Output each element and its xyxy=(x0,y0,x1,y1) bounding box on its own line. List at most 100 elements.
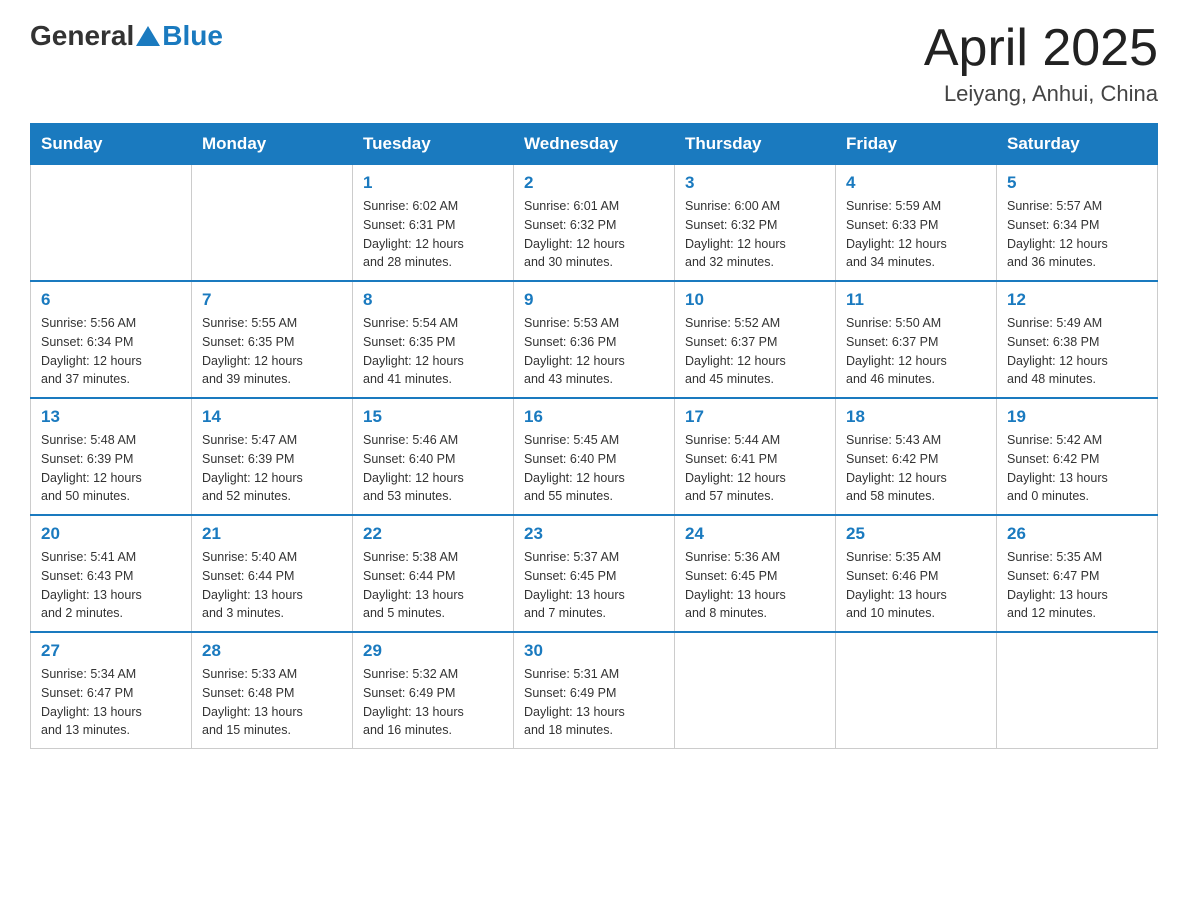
day-info: Sunrise: 5:47 AM Sunset: 6:39 PM Dayligh… xyxy=(202,431,342,506)
calendar-table: SundayMondayTuesdayWednesdayThursdayFrid… xyxy=(30,123,1158,749)
calendar-cell: 22 Sunrise: 5:38 AM Sunset: 6:44 PM Dayli… xyxy=(353,515,514,632)
weekday-header-monday: Monday xyxy=(192,124,353,165)
calendar-cell xyxy=(836,632,997,749)
day-info: Sunrise: 5:55 AM Sunset: 6:35 PM Dayligh… xyxy=(202,314,342,389)
calendar-cell: 21Sunrise: 5:40 AM Sunset: 6:44 PM Dayli… xyxy=(192,515,353,632)
day-number: 6 xyxy=(41,290,181,310)
day-info: Sunrise: 5:41 AM Sunset: 6:43 PM Dayligh… xyxy=(41,548,181,623)
day-number: 12 xyxy=(1007,290,1147,310)
weekday-header-saturday: Saturday xyxy=(997,124,1158,165)
day-info: Sunrise: 5:50 AM Sunset: 6:37 PM Dayligh… xyxy=(846,314,986,389)
day-number: 17 xyxy=(685,407,825,427)
day-number: 4 xyxy=(846,173,986,193)
weekday-header-sunday: Sunday xyxy=(31,124,192,165)
calendar-cell xyxy=(675,632,836,749)
logo-general-text: General xyxy=(30,20,134,52)
weekday-header-tuesday: Tuesday xyxy=(353,124,514,165)
calendar-cell: 8 Sunrise: 5:54 AM Sunset: 6:35 PM Daylig… xyxy=(353,281,514,398)
calendar-cell: 23Sunrise: 5:37 AM Sunset: 6:45 PM Dayli… xyxy=(514,515,675,632)
calendar-week-row: 6 Sunrise: 5:56 AM Sunset: 6:34 PM Daylig… xyxy=(31,281,1158,398)
weekday-header-friday: Friday xyxy=(836,124,997,165)
calendar-cell xyxy=(997,632,1158,749)
day-info: Sunrise: 6:02 AM Sunset: 6:31 PM Dayligh… xyxy=(363,197,503,272)
calendar-cell: 11Sunrise: 5:50 AM Sunset: 6:37 PM Dayli… xyxy=(836,281,997,398)
day-number: 9 xyxy=(524,290,664,310)
day-number: 16 xyxy=(524,407,664,427)
day-info: Sunrise: 5:35 AM Sunset: 6:47 PM Dayligh… xyxy=(1007,548,1147,623)
calendar-cell: 9 Sunrise: 5:53 AM Sunset: 6:36 PM Daylig… xyxy=(514,281,675,398)
calendar-cell: 24 Sunrise: 5:36 AM Sunset: 6:45 PM Dayli… xyxy=(675,515,836,632)
day-number: 27 xyxy=(41,641,181,661)
day-number: 2 xyxy=(524,173,664,193)
day-info: Sunrise: 6:01 AM Sunset: 6:32 PM Dayligh… xyxy=(524,197,664,272)
calendar-week-row: 27 Sunrise: 5:34 AM Sunset: 6:47 PM Dayli… xyxy=(31,632,1158,749)
day-info: Sunrise: 5:34 AM Sunset: 6:47 PM Dayligh… xyxy=(41,665,181,740)
page-header: General Blue April 2025 Leiyang, Anhui, … xyxy=(30,20,1158,107)
day-info: Sunrise: 5:36 AM Sunset: 6:45 PM Dayligh… xyxy=(685,548,825,623)
logo: General Blue xyxy=(30,20,223,52)
calendar-cell: 5Sunrise: 5:57 AM Sunset: 6:34 PM Daylig… xyxy=(997,165,1158,282)
day-number: 7 xyxy=(202,290,342,310)
day-info: Sunrise: 5:42 AM Sunset: 6:42 PM Dayligh… xyxy=(1007,431,1147,506)
day-info: Sunrise: 5:56 AM Sunset: 6:34 PM Dayligh… xyxy=(41,314,181,389)
calendar-week-row: 1Sunrise: 6:02 AM Sunset: 6:31 PM Daylig… xyxy=(31,165,1158,282)
day-number: 24 xyxy=(685,524,825,544)
day-number: 20 xyxy=(41,524,181,544)
day-info: Sunrise: 5:31 AM Sunset: 6:49 PM Dayligh… xyxy=(524,665,664,740)
calendar-cell: 29 Sunrise: 5:32 AM Sunset: 6:49 PM Dayli… xyxy=(353,632,514,749)
calendar-cell: 26Sunrise: 5:35 AM Sunset: 6:47 PM Dayli… xyxy=(997,515,1158,632)
calendar-cell: 27 Sunrise: 5:34 AM Sunset: 6:47 PM Dayli… xyxy=(31,632,192,749)
day-number: 15 xyxy=(363,407,503,427)
calendar-cell: 10 Sunrise: 5:52 AM Sunset: 6:37 PM Dayli… xyxy=(675,281,836,398)
calendar-cell: 3Sunrise: 6:00 AM Sunset: 6:32 PM Daylig… xyxy=(675,165,836,282)
day-info: Sunrise: 5:44 AM Sunset: 6:41 PM Dayligh… xyxy=(685,431,825,506)
day-info: Sunrise: 5:38 AM Sunset: 6:44 PM Dayligh… xyxy=(363,548,503,623)
calendar-header-row: SundayMondayTuesdayWednesdayThursdayFrid… xyxy=(31,124,1158,165)
day-info: Sunrise: 5:32 AM Sunset: 6:49 PM Dayligh… xyxy=(363,665,503,740)
day-number: 28 xyxy=(202,641,342,661)
day-number: 13 xyxy=(41,407,181,427)
day-number: 29 xyxy=(363,641,503,661)
day-info: Sunrise: 5:45 AM Sunset: 6:40 PM Dayligh… xyxy=(524,431,664,506)
logo-blue-text: Blue xyxy=(162,20,223,52)
calendar-cell: 15Sunrise: 5:46 AM Sunset: 6:40 PM Dayli… xyxy=(353,398,514,515)
calendar-cell: 4 Sunrise: 5:59 AM Sunset: 6:33 PM Daylig… xyxy=(836,165,997,282)
day-info: Sunrise: 5:53 AM Sunset: 6:36 PM Dayligh… xyxy=(524,314,664,389)
calendar-cell: 25Sunrise: 5:35 AM Sunset: 6:46 PM Dayli… xyxy=(836,515,997,632)
day-number: 19 xyxy=(1007,407,1147,427)
calendar-cell: 20 Sunrise: 5:41 AM Sunset: 6:43 PM Dayli… xyxy=(31,515,192,632)
calendar-cell: 1Sunrise: 6:02 AM Sunset: 6:31 PM Daylig… xyxy=(353,165,514,282)
calendar-cell: 12 Sunrise: 5:49 AM Sunset: 6:38 PM Dayli… xyxy=(997,281,1158,398)
month-year-title: April 2025 xyxy=(924,20,1158,77)
day-info: Sunrise: 5:49 AM Sunset: 6:38 PM Dayligh… xyxy=(1007,314,1147,389)
calendar-cell: 18Sunrise: 5:43 AM Sunset: 6:42 PM Dayli… xyxy=(836,398,997,515)
calendar-cell: 7 Sunrise: 5:55 AM Sunset: 6:35 PM Daylig… xyxy=(192,281,353,398)
day-info: Sunrise: 5:48 AM Sunset: 6:39 PM Dayligh… xyxy=(41,431,181,506)
weekday-header-thursday: Thursday xyxy=(675,124,836,165)
day-info: Sunrise: 5:57 AM Sunset: 6:34 PM Dayligh… xyxy=(1007,197,1147,272)
calendar-cell: 28 Sunrise: 5:33 AM Sunset: 6:48 PM Dayli… xyxy=(192,632,353,749)
calendar-cell xyxy=(31,165,192,282)
day-number: 30 xyxy=(524,641,664,661)
day-info: Sunrise: 5:43 AM Sunset: 6:42 PM Dayligh… xyxy=(846,431,986,506)
day-number: 23 xyxy=(524,524,664,544)
day-number: 25 xyxy=(846,524,986,544)
day-number: 21 xyxy=(202,524,342,544)
weekday-header-wednesday: Wednesday xyxy=(514,124,675,165)
day-info: Sunrise: 5:52 AM Sunset: 6:37 PM Dayligh… xyxy=(685,314,825,389)
calendar-cell: 17 Sunrise: 5:44 AM Sunset: 6:41 PM Dayli… xyxy=(675,398,836,515)
day-info: Sunrise: 5:59 AM Sunset: 6:33 PM Dayligh… xyxy=(846,197,986,272)
day-number: 22 xyxy=(363,524,503,544)
day-info: Sunrise: 5:54 AM Sunset: 6:35 PM Dayligh… xyxy=(363,314,503,389)
day-number: 8 xyxy=(363,290,503,310)
title-block: April 2025 Leiyang, Anhui, China xyxy=(924,20,1158,107)
calendar-cell: 6 Sunrise: 5:56 AM Sunset: 6:34 PM Daylig… xyxy=(31,281,192,398)
day-number: 14 xyxy=(202,407,342,427)
day-info: Sunrise: 6:00 AM Sunset: 6:32 PM Dayligh… xyxy=(685,197,825,272)
calendar-cell: 14 Sunrise: 5:47 AM Sunset: 6:39 PM Dayli… xyxy=(192,398,353,515)
calendar-week-row: 20 Sunrise: 5:41 AM Sunset: 6:43 PM Dayli… xyxy=(31,515,1158,632)
calendar-week-row: 13 Sunrise: 5:48 AM Sunset: 6:39 PM Dayli… xyxy=(31,398,1158,515)
logo-triangle-icon xyxy=(136,26,160,46)
day-info: Sunrise: 5:33 AM Sunset: 6:48 PM Dayligh… xyxy=(202,665,342,740)
day-number: 10 xyxy=(685,290,825,310)
